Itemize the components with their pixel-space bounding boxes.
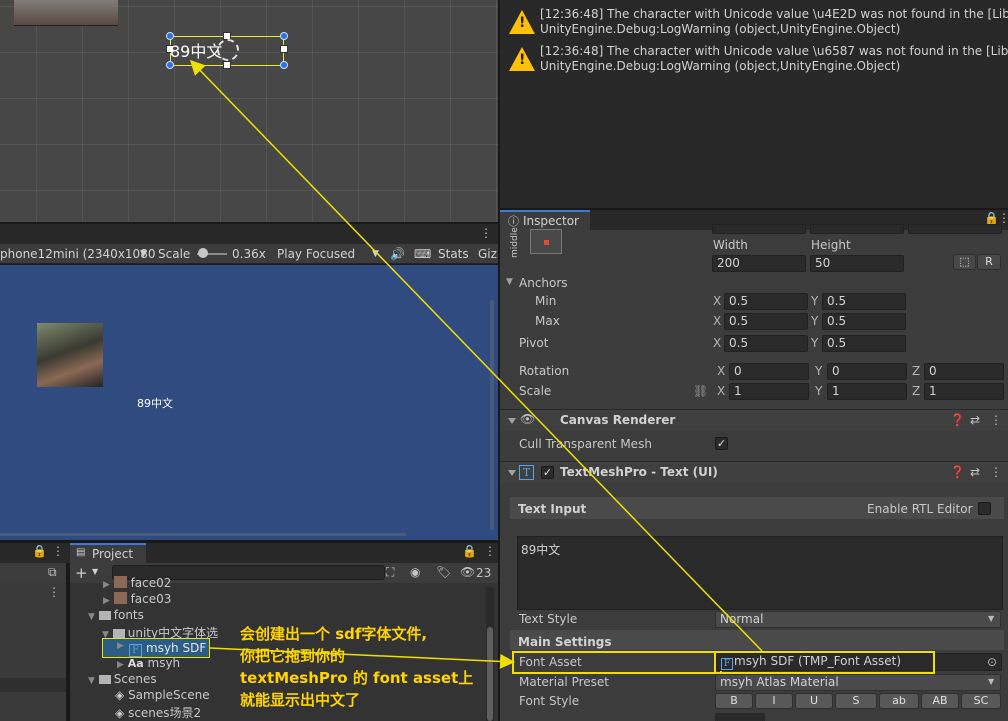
annotation-arrows <box>189 59 763 669</box>
arrow-to-font-asset <box>209 647 515 669</box>
arrow-to-scene-text <box>189 59 763 652</box>
